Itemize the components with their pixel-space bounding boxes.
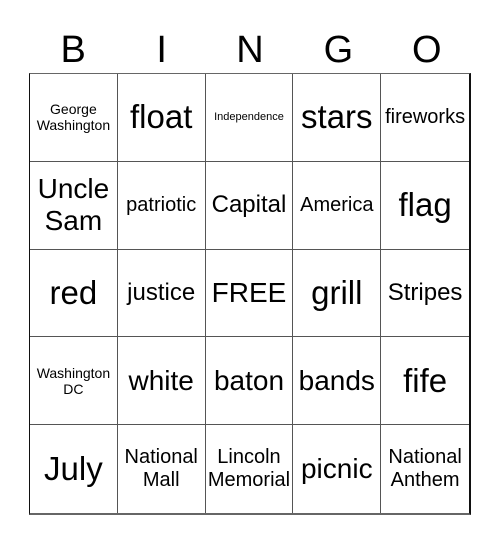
bingo-cell[interactable]: float bbox=[117, 74, 206, 162]
bingo-cell[interactable]: fife bbox=[381, 337, 469, 426]
bingo-cell[interactable]: Capital bbox=[205, 161, 294, 250]
bingo-cell[interactable]: National Mall bbox=[118, 425, 206, 513]
bingo-cell[interactable]: patriotic bbox=[117, 161, 206, 250]
header-letter-i: I bbox=[156, 29, 167, 71]
bingo-card-grid: George Washington float Independence sta… bbox=[29, 73, 471, 515]
bingo-header: B I N G O bbox=[29, 28, 471, 72]
bingo-cell[interactable]: Lincoln Memorial bbox=[206, 425, 294, 513]
bingo-cell[interactable]: bands bbox=[293, 337, 382, 426]
bingo-cell[interactable]: fireworks bbox=[381, 74, 469, 162]
header-letter-o: O bbox=[412, 29, 442, 71]
bingo-cell[interactable]: Washington DC bbox=[30, 337, 118, 426]
bingo-cell[interactable]: white bbox=[117, 337, 206, 426]
bingo-cell[interactable]: National Anthem bbox=[381, 425, 469, 513]
bingo-cell[interactable]: July bbox=[30, 425, 118, 513]
bingo-cell[interactable]: baton bbox=[205, 337, 294, 426]
bingo-cell[interactable]: flag bbox=[381, 162, 469, 250]
bingo-cell[interactable]: Uncle Sam bbox=[30, 161, 118, 250]
bingo-cell[interactable]: America bbox=[293, 161, 382, 250]
header-letter-b: B bbox=[60, 29, 86, 71]
bingo-cell[interactable]: red bbox=[30, 249, 118, 338]
header-letter-n: N bbox=[236, 29, 264, 71]
header-letter-g: G bbox=[323, 29, 354, 71]
free-space-cell[interactable]: FREE bbox=[205, 249, 294, 338]
bingo-cell[interactable]: justice bbox=[117, 249, 206, 338]
bingo-cell[interactable]: Independence bbox=[205, 74, 294, 162]
bingo-cell[interactable]: picnic bbox=[293, 425, 382, 513]
bingo-cell[interactable]: George Washington bbox=[30, 74, 118, 162]
bingo-cell[interactable]: grill bbox=[293, 249, 382, 338]
bingo-cell[interactable]: stars bbox=[293, 74, 382, 162]
bingo-cell[interactable]: Stripes bbox=[381, 250, 469, 338]
